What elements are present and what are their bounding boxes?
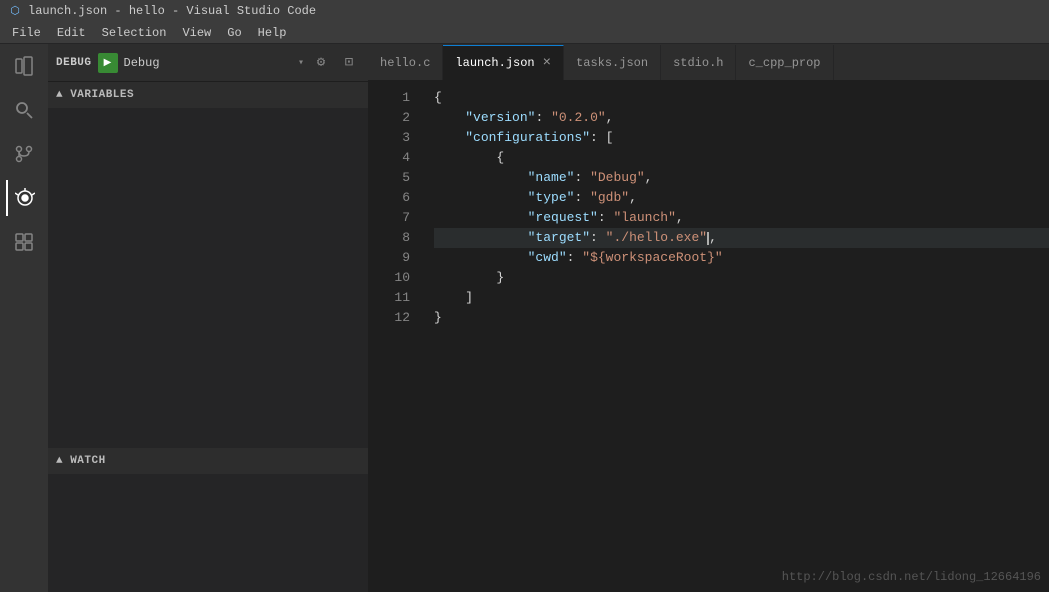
code-line-5: "name": "Debug",: [434, 168, 1049, 188]
menu-view[interactable]: View: [174, 24, 219, 42]
debug-config-name: Debug: [124, 56, 292, 70]
main-container: DEBUG ▶ Debug ▾ ⚙ ⊡ ▲ VARIABLES ▲ WATCH: [0, 44, 1049, 592]
code-line-9: "cwd": "${workspaceRoot}": [434, 248, 1049, 268]
code-line-10: }: [434, 268, 1049, 288]
code-line-1: {: [434, 88, 1049, 108]
window-title: launch.json - hello - Visual Studio Code: [28, 4, 316, 18]
code-line-11: ]: [434, 288, 1049, 308]
debug-config-arrow[interactable]: ▾: [298, 57, 304, 69]
sidebar: DEBUG ▶ Debug ▾ ⚙ ⊡ ▲ VARIABLES ▲ WATCH: [48, 44, 368, 592]
tab-stdio-h-label: stdio.h: [673, 56, 723, 70]
menu-selection[interactable]: Selection: [94, 24, 175, 42]
watch-header[interactable]: ▲ WATCH: [48, 448, 368, 474]
menu-file[interactable]: File: [4, 24, 49, 42]
editor-area: hello.c launch.json × tasks.json stdio.h…: [368, 44, 1049, 592]
debug-screen-button[interactable]: ⊡: [338, 52, 360, 74]
code-line-6: "type": "gdb",: [434, 188, 1049, 208]
tab-launch-json-label: launch.json: [455, 56, 534, 70]
tab-c-cpp-prop[interactable]: c_cpp_prop: [736, 45, 833, 80]
extensions-icon[interactable]: [6, 224, 42, 260]
explorer-icon[interactable]: [6, 48, 42, 84]
code-line-7: "request": "launch",: [434, 208, 1049, 228]
variables-panel: ▲ VARIABLES: [48, 82, 368, 448]
tab-launch-json[interactable]: launch.json ×: [443, 45, 564, 80]
tab-launch-json-close[interactable]: ×: [543, 56, 551, 70]
variables-content: [48, 108, 368, 448]
watch-content: [48, 474, 368, 592]
menu-edit[interactable]: Edit: [49, 24, 94, 42]
menu-help[interactable]: Help: [250, 24, 295, 42]
search-icon[interactable]: [6, 92, 42, 128]
activity-bar: [0, 44, 48, 592]
line-numbers: 1 2 3 4 5 6 7 8 9 10 11 12: [368, 80, 418, 592]
watermark: http://blog.csdn.net/lidong_12664196: [782, 570, 1041, 584]
tab-tasks-json[interactable]: tasks.json: [564, 45, 661, 80]
code-line-2: "version": "0.2.0",: [434, 108, 1049, 128]
app-icon: ⬡: [8, 4, 22, 18]
tab-stdio-h[interactable]: stdio.h: [661, 45, 736, 80]
code-editor[interactable]: 1 2 3 4 5 6 7 8 9 10 11 12 { "version": …: [368, 80, 1049, 592]
debug-icon[interactable]: [6, 180, 42, 216]
sidebar-sections: ▲ VARIABLES ▲ WATCH ▲ CALL STACK: [48, 82, 368, 592]
debug-settings-button[interactable]: ⚙: [310, 52, 332, 74]
tab-hello-c[interactable]: hello.c: [368, 45, 443, 80]
menu-bar: File Edit Selection View Go Help: [0, 22, 1049, 44]
code-line-12: }: [434, 308, 1049, 328]
debug-label: DEBUG: [56, 57, 92, 69]
tab-hello-c-label: hello.c: [380, 56, 430, 70]
tab-c-cpp-prop-label: c_cpp_prop: [748, 56, 820, 70]
code-line-3: "configurations": [: [434, 128, 1049, 148]
variables-header[interactable]: ▲ VARIABLES: [48, 82, 368, 108]
tab-tasks-json-label: tasks.json: [576, 56, 648, 70]
code-line-8: "target": "./hello.exe",: [434, 228, 1049, 248]
menu-go[interactable]: Go: [219, 24, 249, 42]
tabs-bar: hello.c launch.json × tasks.json stdio.h…: [368, 44, 1049, 80]
source-control-icon[interactable]: [6, 136, 42, 172]
code-line-4: {: [434, 148, 1049, 168]
title-bar: ⬡ launch.json - hello - Visual Studio Co…: [0, 0, 1049, 22]
code-content[interactable]: { "version": "0.2.0", "configurations": …: [418, 80, 1049, 592]
watch-panel: ▲ WATCH: [48, 448, 368, 592]
debug-toolbar: DEBUG ▶ Debug ▾ ⚙ ⊡: [48, 44, 368, 82]
debug-play-button[interactable]: ▶: [98, 53, 118, 73]
